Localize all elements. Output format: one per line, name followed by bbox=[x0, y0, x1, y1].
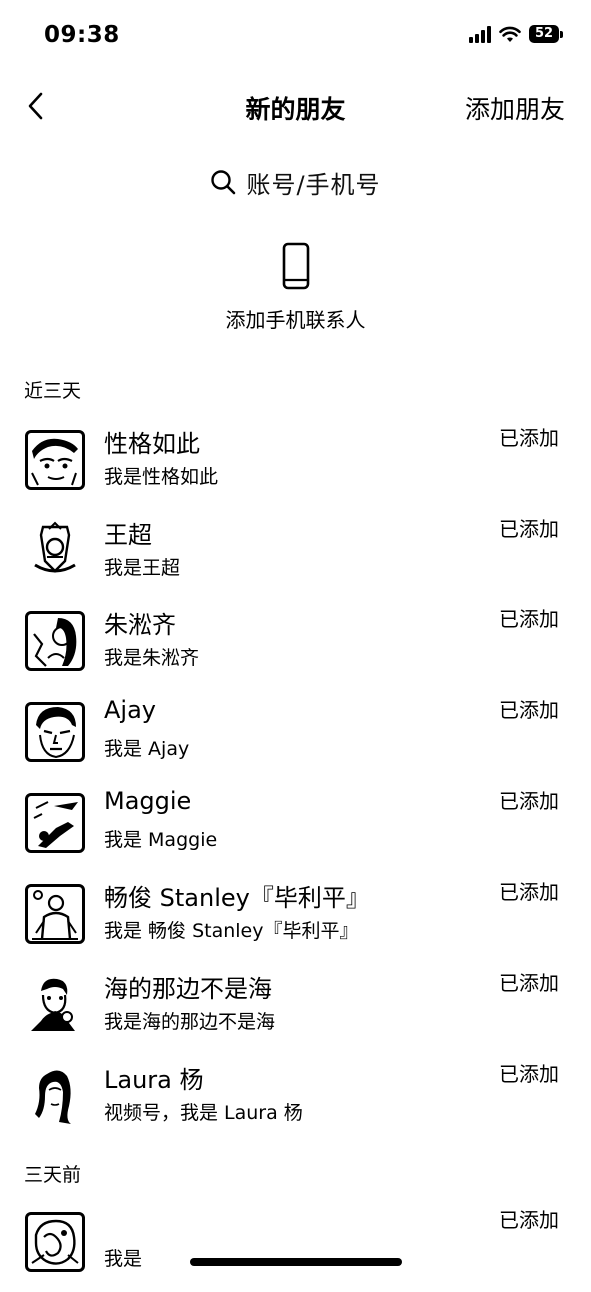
avatar bbox=[25, 793, 85, 853]
friend-row[interactable]: Laura 杨 视频号，我是 Laura 杨 已添加 bbox=[0, 1062, 591, 1146]
avatar bbox=[25, 1066, 85, 1126]
wifi-icon bbox=[499, 26, 521, 42]
friend-row[interactable]: 王超 我是王超 已添加 bbox=[0, 517, 591, 601]
search-icon bbox=[211, 170, 236, 195]
friend-status: 已添加 bbox=[499, 698, 559, 722]
friend-name: 朱淞齐 bbox=[104, 611, 176, 639]
search-input[interactable]: 账号/手机号 bbox=[0, 160, 591, 204]
friend-row[interactable]: 海的那边不是海 我是海的那边不是海 已添加 bbox=[0, 971, 591, 1055]
nav-bar: 新的朋友 添加朋友 bbox=[0, 80, 591, 132]
friend-name: Laura 杨 bbox=[104, 1066, 204, 1094]
battery-icon: 52 bbox=[529, 25, 563, 43]
friend-status: 已添加 bbox=[499, 517, 559, 541]
avatar bbox=[25, 884, 85, 944]
friend-row[interactable]: 畅俊 Stanley『毕利平』 我是 畅俊 Stanley『毕利平』 已添加 bbox=[0, 880, 591, 964]
friend-message: 我是朱淞齐 bbox=[104, 647, 200, 669]
friend-name: 性格如此 bbox=[104, 430, 200, 458]
avatar bbox=[25, 975, 85, 1035]
friend-name: Ajay bbox=[104, 696, 156, 724]
friend-message: 我是 Maggie bbox=[104, 829, 218, 851]
friend-status: 已添加 bbox=[499, 789, 559, 813]
section-header-older: 三天前 bbox=[24, 1164, 82, 1186]
friend-status: 已添加 bbox=[499, 1208, 559, 1232]
search-placeholder: 账号/手机号 bbox=[246, 170, 381, 199]
friend-row[interactable]: 性格如此 我是性格如此 已添加 bbox=[0, 426, 591, 510]
friend-message: 我是性格如此 bbox=[104, 466, 219, 488]
friend-status: 已添加 bbox=[499, 1062, 559, 1086]
status-icons: 52 bbox=[469, 25, 563, 43]
avatar bbox=[25, 1212, 85, 1272]
phone-icon bbox=[282, 242, 310, 290]
friend-message: 视频号，我是 Laura 杨 bbox=[104, 1102, 303, 1124]
battery-level: 52 bbox=[529, 25, 559, 43]
friend-status: 已添加 bbox=[499, 607, 559, 631]
friend-name: 海的那边不是海 bbox=[104, 975, 272, 1003]
friend-row[interactable]: 朱淞齐 我是朱淞齐 已添加 bbox=[0, 607, 591, 691]
friend-status: 已添加 bbox=[499, 880, 559, 904]
status-bar: 09:38 52 bbox=[0, 0, 591, 70]
avatar bbox=[25, 521, 85, 581]
friend-row[interactable]: Maggie 我是 Maggie 已添加 bbox=[0, 787, 591, 873]
avatar bbox=[25, 611, 85, 671]
status-time: 09:38 bbox=[44, 22, 120, 48]
friend-status: 已添加 bbox=[499, 971, 559, 995]
add-phone-contacts-button[interactable]: 添加手机联系人 bbox=[0, 238, 591, 338]
friend-row[interactable]: Ajay 我是 Ajay 已添加 bbox=[0, 696, 591, 782]
friend-message: 我是王超 bbox=[104, 557, 181, 579]
add-friend-button[interactable]: 添加朋友 bbox=[465, 90, 565, 126]
signal-icon bbox=[469, 25, 491, 43]
avatar bbox=[25, 430, 85, 490]
friend-status: 已添加 bbox=[499, 426, 559, 450]
friend-name: 畅俊 Stanley『毕利平』 bbox=[104, 884, 370, 912]
section-header-recent: 近三天 bbox=[24, 380, 82, 402]
add-phone-contacts-label: 添加手机联系人 bbox=[225, 308, 366, 332]
friend-message: 我是 Ajay bbox=[104, 738, 190, 760]
friend-name: Maggie bbox=[104, 787, 192, 815]
friend-message: 我是 畅俊 Stanley『毕利平』 bbox=[104, 920, 359, 942]
home-indicator bbox=[190, 1258, 402, 1266]
friend-row[interactable]: 我是 已添加 bbox=[0, 1208, 591, 1292]
friend-message: 我是海的那边不是海 bbox=[104, 1011, 276, 1033]
friend-name: 王超 bbox=[104, 521, 152, 549]
avatar bbox=[25, 702, 85, 762]
friend-message: 我是 bbox=[104, 1248, 143, 1270]
